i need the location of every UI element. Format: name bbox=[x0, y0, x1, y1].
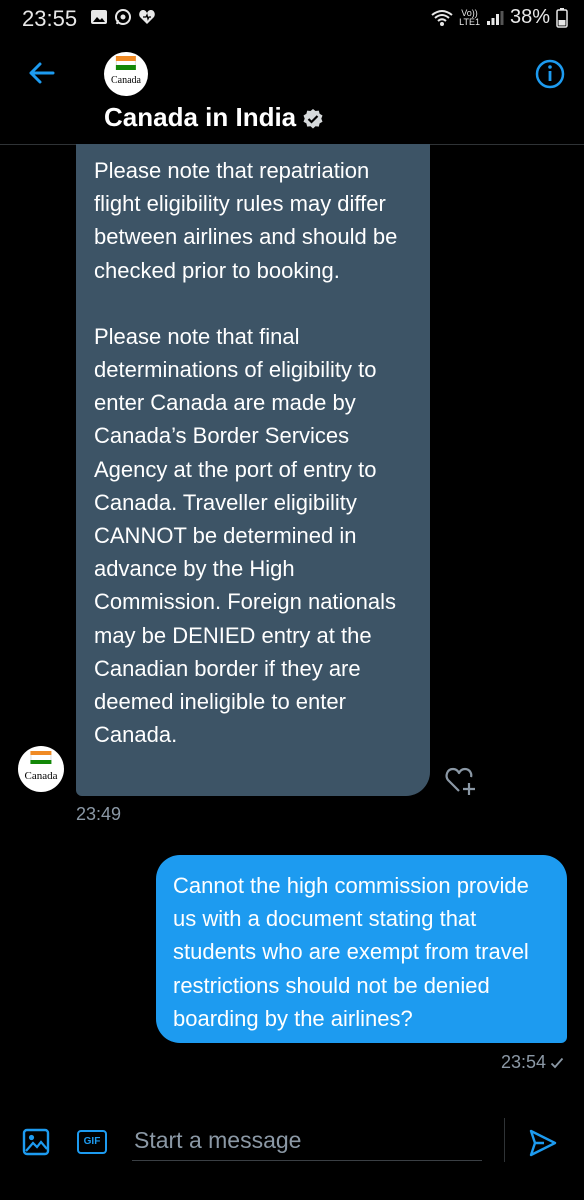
message-paragraph: Please note that final determinations of… bbox=[94, 323, 397, 748]
sender-avatar[interactable]: Canada bbox=[18, 746, 64, 792]
wifi-icon bbox=[431, 9, 453, 26]
message-timestamp: 23:54 bbox=[500, 1052, 546, 1072]
message-timestamp-sent: 23:54 bbox=[501, 1052, 564, 1073]
volte-bottom-text: LTE1 bbox=[459, 16, 480, 27]
gif-button[interactable]: GIF bbox=[77, 1130, 107, 1154]
signal-icon bbox=[486, 10, 504, 25]
message-input[interactable] bbox=[132, 1120, 482, 1161]
verified-badge-icon bbox=[303, 109, 323, 129]
status-time: 23:55 bbox=[22, 6, 78, 31]
battery-percent: 38% bbox=[509, 6, 550, 28]
heart-notification-icon bbox=[139, 10, 155, 24]
india-flag-icon bbox=[115, 56, 137, 70]
info-icon[interactable] bbox=[534, 58, 566, 90]
message-text: Cannot the high commission provide us wi… bbox=[173, 873, 529, 1031]
send-icon[interactable] bbox=[528, 1128, 558, 1158]
account-name: Canada in India bbox=[104, 102, 297, 132]
status-bar: 23:55 Vo)) LTE1 38% bbox=[0, 0, 584, 36]
volte-indicator: Vo)) LTE1 bbox=[459, 8, 480, 27]
notification-icons bbox=[90, 8, 156, 26]
incoming-message-bubble[interactable]: Please note that repatriation flight eli… bbox=[76, 144, 430, 796]
react-heart-plus-icon[interactable] bbox=[444, 764, 478, 796]
india-flag-icon bbox=[30, 750, 52, 765]
outgoing-message-bubble[interactable]: Cannot the high commission provide us wi… bbox=[156, 855, 567, 1043]
composer-divider bbox=[504, 1118, 505, 1162]
sent-check-icon bbox=[550, 1058, 564, 1069]
back-arrow-icon[interactable] bbox=[26, 58, 56, 88]
message-paragraph: Please note that repatriation flight eli… bbox=[94, 158, 398, 283]
whatsapp-notification-icon bbox=[115, 9, 131, 25]
battery-icon bbox=[556, 7, 568, 28]
message-timestamp: 23:49 bbox=[76, 804, 122, 824]
avatar-logo-text: Canada bbox=[24, 769, 58, 782]
gallery-notification-icon bbox=[91, 10, 107, 24]
conversation-header: Canada Canada in India bbox=[0, 36, 584, 145]
image-icon[interactable] bbox=[22, 1128, 50, 1156]
message-composer: GIF bbox=[0, 1110, 584, 1200]
system-status-icons: Vo)) LTE1 38% bbox=[431, 6, 568, 29]
avatar-logo-text: Canada bbox=[111, 74, 141, 86]
header-avatar[interactable]: Canada bbox=[104, 52, 148, 96]
conversation-title[interactable]: Canada in India bbox=[104, 102, 324, 133]
